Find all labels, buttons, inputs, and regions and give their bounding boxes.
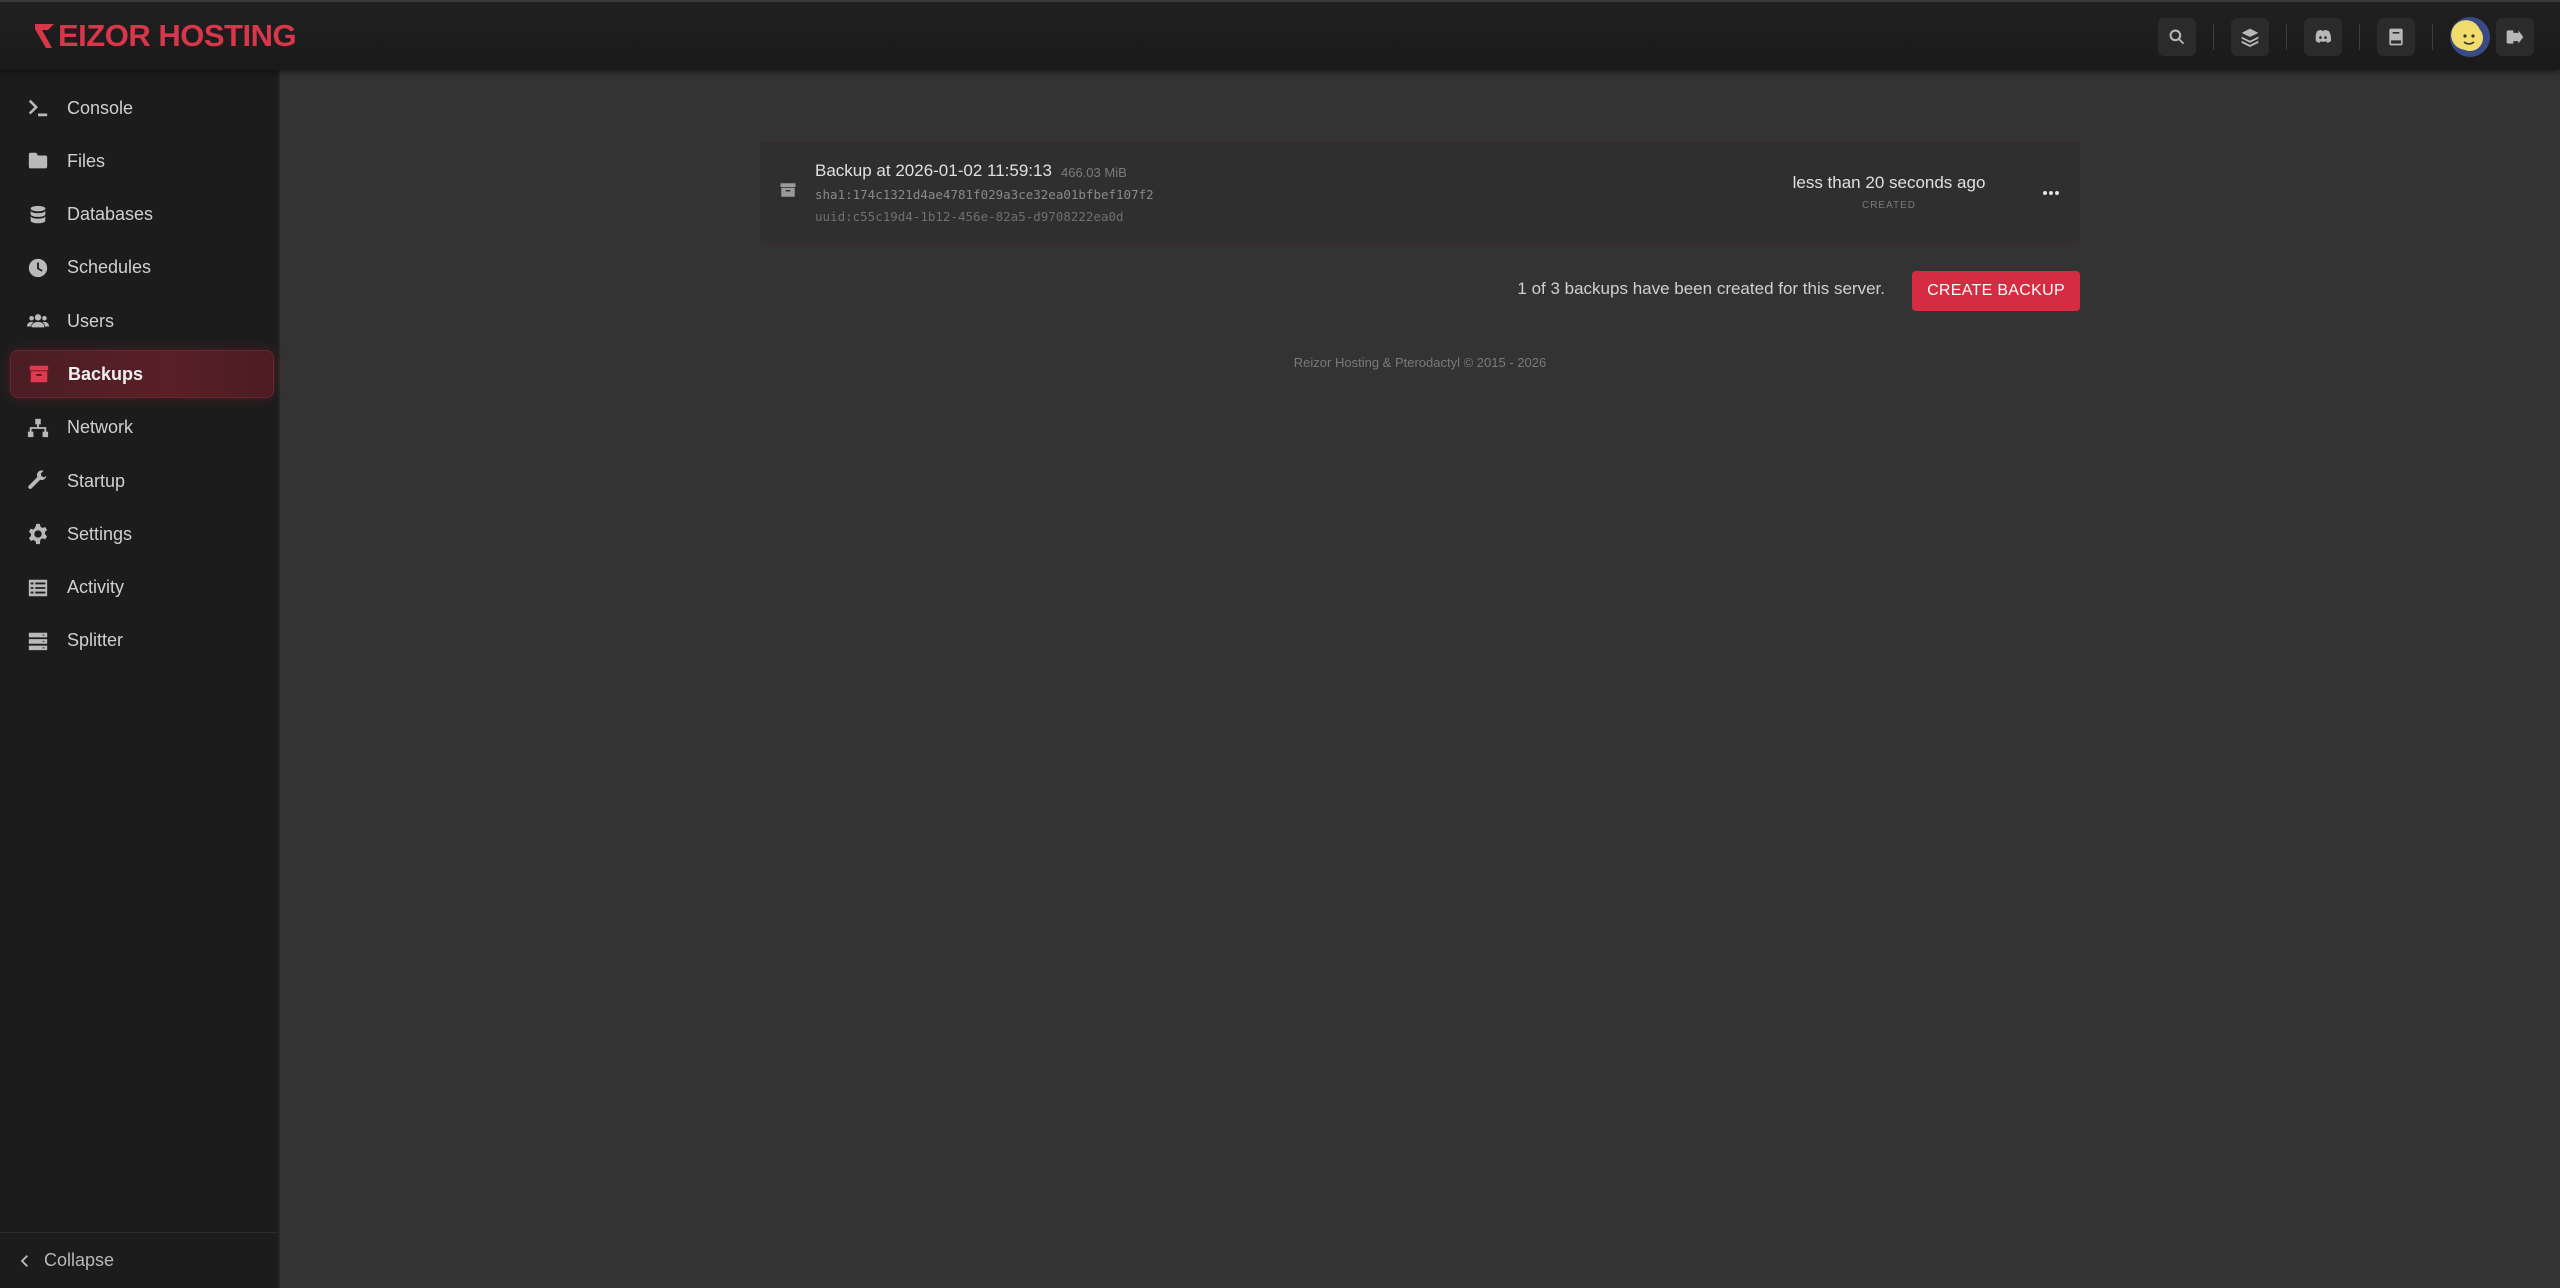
users-icon — [25, 310, 51, 332]
logout-icon — [2506, 30, 2524, 44]
collapse-button[interactable]: Collapse — [0, 1232, 278, 1288]
archive-icon — [779, 181, 799, 201]
sidebar-item-label: Settings — [67, 523, 133, 544]
divider — [2359, 24, 2360, 50]
sidebar-item-users[interactable]: Users — [10, 297, 274, 345]
sidebar-item-activity[interactable]: Activity — [10, 564, 274, 612]
brand-logo[interactable]: EIZOR HOSTING — [34, 18, 297, 54]
collapse-label: Collapse — [44, 1250, 115, 1270]
sidebar-nav: Console Files Databases Schedules Users … — [10, 84, 274, 670]
sidebar-item-label: Activity — [67, 577, 125, 598]
top-bar: EIZOR HOSTING — [0, 0, 2560, 70]
server-icon — [25, 630, 51, 652]
list-icon — [25, 577, 51, 599]
docs-button[interactable] — [2377, 18, 2415, 56]
database-icon — [25, 204, 51, 226]
network-icon — [25, 417, 51, 439]
backup-status-label: CREATED — [1861, 200, 1917, 211]
logout-button[interactable] — [2496, 18, 2534, 56]
backup-name: Backup at 2026-01-02 11:59:13 — [815, 161, 1052, 180]
sidebar-item-network[interactable]: Network — [10, 404, 274, 452]
create-backup-button[interactable]: CREATE BACKUP — [1912, 271, 2080, 311]
backup-quota-text: 1 of 3 backups have been created for thi… — [1517, 279, 1885, 298]
sidebar: Console Files Databases Schedules Users … — [0, 70, 280, 1288]
sidebar-item-schedules[interactable]: Schedules — [10, 244, 274, 292]
clock-icon — [25, 257, 51, 279]
sidebar-item-label: Splitter — [67, 630, 124, 651]
sidebar-item-backups[interactable]: Backups — [10, 350, 274, 399]
search-icon — [2169, 29, 2185, 45]
sidebar-item-label: Schedules — [67, 257, 152, 278]
folder-icon — [25, 150, 51, 172]
backup-checksum: sha1:174c1321d4ae4781f029a3ce32ea01bfbef… — [815, 187, 1154, 202]
sidebar-item-label: Network — [67, 417, 134, 438]
logo-mark-icon — [35, 24, 54, 48]
divider — [2432, 24, 2433, 50]
search-button[interactable] — [2158, 18, 2196, 56]
sidebar-item-files[interactable]: Files — [10, 137, 274, 185]
sidebar-item-startup[interactable]: Startup — [10, 457, 274, 505]
sidebar-item-label: Databases — [67, 204, 154, 225]
terminal-icon — [25, 97, 51, 119]
footer-copyright: Reizor Hosting & Pterodactyl © 2015 - 20… — [1293, 355, 1547, 370]
sidebar-item-console[interactable]: Console — [10, 84, 274, 132]
backup-size: 466.03 MiB — [1061, 165, 1127, 180]
avatar-face-icon — [2457, 25, 2483, 51]
backup-row: Backup at 2026-01-02 11:59:13 466.03 MiB… — [760, 142, 2080, 244]
discord-icon — [2315, 29, 2332, 43]
sidebar-item-splitter[interactable]: Splitter — [10, 617, 274, 665]
sidebar-item-label: Files — [67, 150, 106, 171]
archive-icon — [26, 363, 52, 385]
backup-options-button[interactable] — [2039, 181, 2063, 205]
header-actions — [2158, 17, 2534, 57]
layers-icon — [2241, 28, 2259, 47]
avatar[interactable] — [2450, 17, 2490, 57]
wrench-icon — [25, 470, 51, 492]
divider — [2213, 24, 2214, 50]
backup-created-time: less than 20 seconds ago — [1792, 173, 1986, 192]
book-icon — [2389, 28, 2403, 46]
gear-icon — [25, 523, 51, 545]
sidebar-item-databases[interactable]: Databases — [10, 191, 274, 239]
divider — [2286, 24, 2287, 50]
sidebar-item-label: Backups — [68, 363, 144, 384]
ellipsis-icon — [2043, 191, 2059, 195]
chevron-left-icon — [20, 1254, 28, 1267]
sidebar-item-label: Console — [67, 97, 134, 118]
discord-button[interactable] — [2304, 18, 2342, 56]
servers-button[interactable] — [2231, 18, 2269, 56]
backup-uuid: uuid:c55c19d4-1b12-456e-82a5-d9708222ea0… — [815, 209, 1124, 224]
sidebar-item-settings[interactable]: Settings — [10, 510, 274, 558]
sidebar-item-label: Startup — [67, 470, 126, 491]
sidebar-item-label: Users — [67, 310, 115, 331]
logo-text: EIZOR HOSTING — [58, 18, 297, 53]
